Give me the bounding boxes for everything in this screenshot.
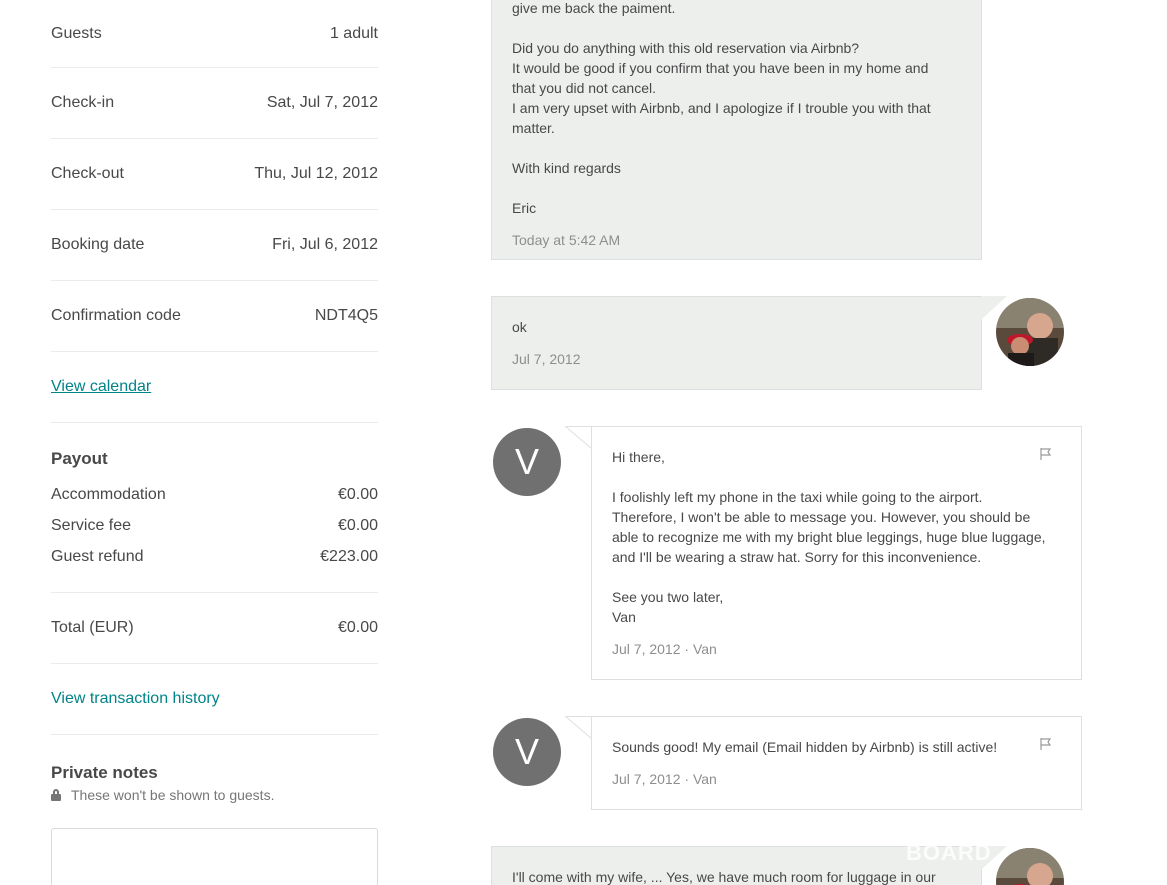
transaction-history-row: View transaction history [51,664,378,735]
private-notes-section: Private notes These won't be shown to gu… [51,735,378,885]
message-timestamp: Jul 7, 2012 · Van [612,771,717,787]
flag-icon[interactable] [1039,447,1053,461]
message-text: ok [512,319,527,335]
view-calendar-link[interactable]: View calendar [51,378,151,396]
payout-section: Payout Accommodation €0.00 Service fee €… [51,423,378,593]
message-timestamp: Jul 7, 2012 [512,351,581,367]
message-timestamp: Today at 5:42 AM [512,232,621,248]
check-in-value: Sat, Jul 7, 2012 [266,94,378,111]
check-out-row: Check-out Thu, Jul 12, 2012 [51,139,378,210]
private-notes-textarea[interactable] [51,828,378,885]
service-fee-label: Service fee [51,516,132,534]
guest-refund-value: €223.00 [320,547,378,565]
accommodation-label: Accommodation [51,485,166,503]
message-text: I'll come with my wife, ... Yes, we have… [512,869,936,885]
check-out-label: Check-out [51,165,124,182]
private-notes-hint: These won't be shown to guests. [51,787,378,803]
private-notes-hint-text: These won't be shown to guests. [71,787,275,803]
payout-title: Payout [51,449,108,468]
guest-avatar-initial: V [514,731,539,772]
message-text: Hi there, I foolishly left my phone in t… [612,449,1046,625]
view-transaction-history-link[interactable]: View transaction history [51,690,220,708]
booking-date-label: Booking date [51,236,145,253]
guests-value: 1 adult [329,24,378,42]
booking-date-row: Booking date Fri, Jul 6, 2012 [51,210,378,281]
message-text: Sounds good! My email (Email hidden by A… [612,739,998,755]
guests-label: Guests [51,24,102,42]
check-in-label: Check-in [51,94,115,111]
payout-row: Service fee €0.00 [51,510,378,541]
message-bubble-guest: Sounds good! My email (Email hidden by A… [591,716,1082,810]
lock-icon [51,789,61,801]
host-avatar[interactable] [996,298,1064,366]
confirmation-code-value: NDT4Q5 [314,307,378,324]
check-out-value: Thu, Jul 12, 2012 [254,165,378,182]
service-fee-value: €0.00 [337,516,378,534]
watermark: BOARD [906,840,992,865]
guest-avatar[interactable]: V [493,428,561,496]
accommodation-value: €0.00 [337,485,378,503]
bubble-tail [565,716,593,740]
message-text: give me back the paiment. Did you do any… [512,0,931,216]
guest-avatar-initial: V [514,441,539,482]
guest-refund-label: Guest refund [51,547,144,565]
confirmation-code-row: Confirmation code NDT4Q5 [51,281,378,352]
message-bubble-host: give me back the paiment. Did you do any… [491,0,982,260]
guest-avatar[interactable]: V [493,718,561,786]
booking-date-value: Fri, Jul 6, 2012 [272,236,378,253]
total-row: Total (EUR) €0.00 [51,593,378,664]
payout-row: Guest refund €223.00 [51,541,378,572]
flag-icon[interactable] [1039,737,1053,751]
message-bubble-host: ok Jul 7, 2012 [491,296,982,390]
guests-row: Guests 1 adult [51,0,378,68]
total-value: €0.00 [337,619,378,636]
confirmation-code-label: Confirmation code [51,307,181,324]
payout-row: Accommodation €0.00 [51,479,378,510]
total-label: Total (EUR) [51,619,134,636]
message-timestamp: Jul 7, 2012 · Van [612,641,717,657]
message-bubble-guest: Hi there, I foolishly left my phone in t… [591,426,1082,680]
check-in-row: Check-in Sat, Jul 7, 2012 [51,68,378,139]
host-avatar-photo [996,298,1064,366]
bubble-tail [565,426,593,450]
private-notes-title: Private notes [51,763,158,782]
view-calendar-row: View calendar [51,352,378,423]
reservation-details-panel: Guests 1 adult Check-in Sat, Jul 7, 2012… [51,0,378,885]
